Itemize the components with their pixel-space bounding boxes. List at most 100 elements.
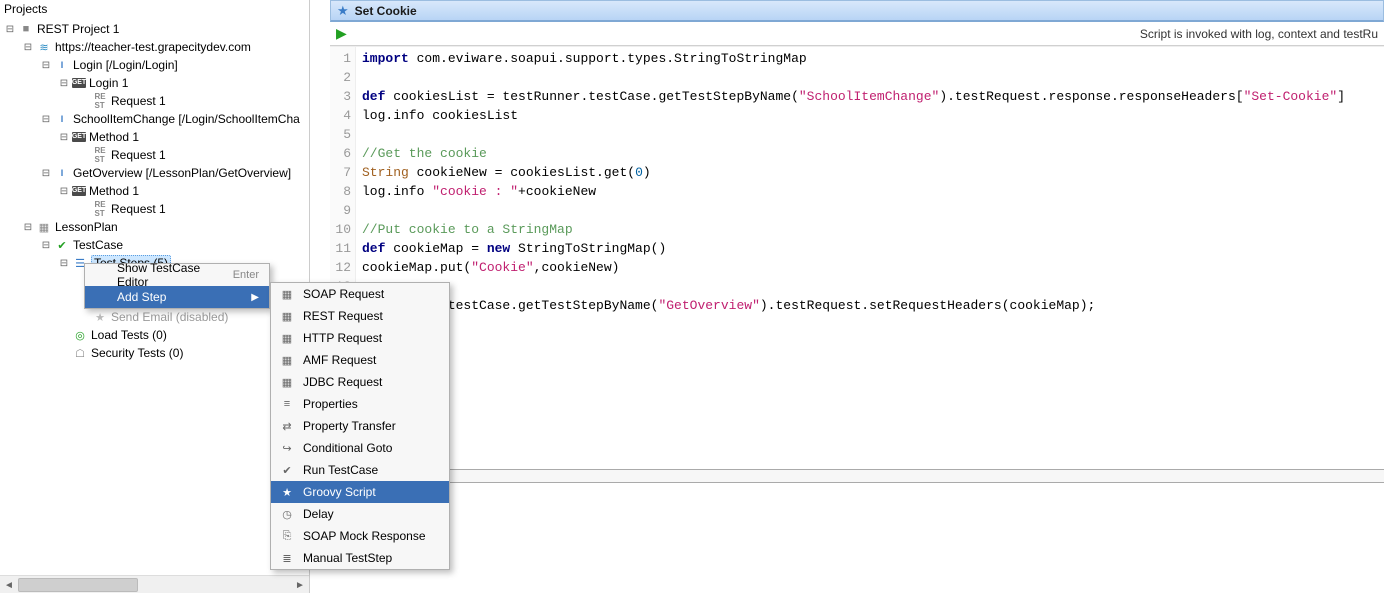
star-icon: ★ (337, 3, 349, 19)
resource-icon: I (54, 165, 70, 181)
context-item[interactable]: ▦ HTTP Request (271, 327, 449, 349)
expander-icon[interactable]: ⊟ (58, 185, 70, 197)
expander-icon[interactable]: ⊟ (40, 239, 52, 251)
tree-request[interactable]: · REST Request 1 (0, 200, 309, 218)
tree-method[interactable]: ⊟ GET Method 1 (0, 128, 309, 146)
menu-label: Property Transfer (303, 419, 439, 433)
run-button[interactable]: ▶ (336, 25, 347, 42)
context-item[interactable]: ▦ AMF Request (271, 349, 449, 371)
testsuite-icon: ▦ (36, 219, 52, 235)
code-line[interactable] (362, 277, 1345, 296)
splitter[interactable] (330, 469, 1384, 483)
expander-icon[interactable]: ⊟ (22, 41, 34, 53)
tree-method[interactable]: ⊟ GET Login 1 (0, 74, 309, 92)
code-line[interactable]: log.info cookiesList (362, 106, 1345, 125)
context-menu[interactable]: Show TestCase Editor Enter Add Step ▶ (84, 263, 270, 309)
code-editor[interactable]: 1234567891011121314 import com.eviware.s… (330, 46, 1384, 469)
security-icon: ☖ (72, 345, 88, 361)
code-line[interactable]: def cookiesList = testRunner.testCase.ge… (362, 87, 1345, 106)
tree-testcase[interactable]: ⊟ ✔ TestCase (0, 236, 309, 254)
code-line[interactable] (362, 125, 1345, 144)
context-item[interactable]: ≣ Manual TestStep (271, 547, 449, 569)
expander-icon[interactable]: ⊟ (4, 23, 16, 35)
tree-resource[interactable]: ⊟ I GetOverview [/LessonPlan/GetOverview… (0, 164, 309, 182)
context-item[interactable]: ◷ Delay (271, 503, 449, 525)
editor-header: ★ Set Cookie (330, 0, 1384, 22)
expander-icon[interactable]: ⊟ (58, 77, 70, 89)
tree-project[interactable]: ⊟ ■ REST Project 1 (0, 20, 309, 38)
tree-method[interactable]: ⊟ GET Method 1 (0, 182, 309, 200)
tree-loadtests[interactable]: · ◎ Load Tests (0) (0, 326, 309, 344)
tree-request[interactable]: · REST Request 1 (0, 92, 309, 110)
expander-icon[interactable]: ⊟ (40, 59, 52, 71)
context-item[interactable]: ≡ Properties (271, 393, 449, 415)
tree-resource[interactable]: ⊟ I Login [/Login/Login] (0, 56, 309, 74)
code-line[interactable]: //Get the cookie (362, 144, 1345, 163)
method-label: Method 1 (89, 130, 139, 144)
code-line[interactable]: String cookieNew = cookiesList.get(0) (362, 163, 1345, 182)
context-item[interactable]: ⎘ SOAP Mock Response (271, 525, 449, 547)
menu-icon: ✔ (279, 464, 295, 477)
scroll-left-icon[interactable]: ◄ (0, 576, 18, 594)
tree-resource[interactable]: ⊟ I SchoolItemChange [/Login/SchoolItemC… (0, 110, 309, 128)
menu-icon: ▦ (279, 376, 295, 389)
code-line[interactable]: import com.eviware.soapui.support.types.… (362, 49, 1345, 68)
context-item[interactable]: ⇄ Property Transfer (271, 415, 449, 437)
code-line[interactable]: def cookieMap = new StringToStringMap() (362, 239, 1345, 258)
tree-suite[interactable]: ⊟ ▦ LessonPlan (0, 218, 309, 236)
code-line[interactable]: log.info "cookie : "+cookieNew (362, 182, 1345, 201)
resource-label: SchoolItemChange [/Login/SchoolItemCha (73, 112, 300, 126)
line-number: 2 (330, 68, 351, 87)
resource-label: Login [/Login/Login] (73, 58, 178, 72)
context-item[interactable]: ▦ SOAP Request (271, 283, 449, 305)
code-line[interactable]: testRunner.testCase.getTestStepByName("G… (362, 296, 1345, 315)
context-item[interactable]: ↪ Conditional Goto (271, 437, 449, 459)
menu-icon: ▦ (279, 332, 295, 345)
menu-label: Show TestCase Editor (117, 261, 225, 289)
context-item[interactable]: Add Step ▶ (85, 286, 269, 308)
suite-label: LessonPlan (55, 220, 118, 234)
loadtests-label: Load Tests (0) (91, 328, 167, 342)
code-line[interactable] (362, 68, 1345, 87)
line-number: 6 (330, 144, 351, 163)
code-line[interactable]: cookieMap.put("Cookie",cookieNew) (362, 258, 1345, 277)
context-item[interactable]: ★ Groovy Script (271, 481, 449, 503)
scroll-thumb[interactable] (18, 578, 138, 592)
tree-security[interactable]: · ☖ Security Tests (0) (0, 344, 309, 362)
menu-icon: ⇄ (279, 420, 295, 433)
expander-icon[interactable]: ⊟ (58, 257, 70, 269)
tree-step[interactable]: · ★ Send Email (disabled) (0, 308, 309, 326)
expander-icon[interactable]: ⊟ (40, 167, 52, 179)
lower-pane (330, 483, 1384, 593)
context-item[interactable]: ▦ REST Request (271, 305, 449, 327)
menu-label: Add Step (117, 290, 243, 304)
expander-icon[interactable]: ⊟ (58, 131, 70, 143)
expander-icon[interactable]: ⊟ (22, 221, 34, 233)
method-label: Method 1 (89, 184, 139, 198)
request-label: Request 1 (111, 148, 166, 162)
method-icon: GET (72, 78, 86, 88)
menu-label: Run TestCase (303, 463, 439, 477)
request-label: Request 1 (111, 94, 166, 108)
line-number: 9 (330, 201, 351, 220)
resource-label: GetOverview [/LessonPlan/GetOverview] (73, 166, 291, 180)
code-line[interactable] (362, 201, 1345, 220)
endpoint-label: https://teacher-test.grapecitydev.com (55, 40, 251, 54)
scroll-right-icon[interactable]: ► (291, 576, 309, 594)
menu-label: Groovy Script (303, 485, 439, 499)
expander-icon[interactable]: ⊟ (40, 113, 52, 125)
context-submenu[interactable]: ▦ SOAP Request ▦ REST Request ▦ HTTP Req… (270, 282, 450, 570)
code-line[interactable]: //Put cookie to a StringMap (362, 220, 1345, 239)
horizontal-scrollbar[interactable]: ◄ ► (0, 575, 309, 593)
context-item[interactable]: ▦ JDBC Request (271, 371, 449, 393)
line-number: 7 (330, 163, 351, 182)
menu-label: Delay (303, 507, 439, 521)
context-item[interactable]: ✔ Run TestCase (271, 459, 449, 481)
context-item[interactable]: Show TestCase Editor Enter (85, 264, 269, 286)
menu-label: JDBC Request (303, 375, 439, 389)
code-content[interactable]: import com.eviware.soapui.support.types.… (356, 47, 1351, 469)
tree-endpoint[interactable]: ⊟ ≋ https://teacher-test.grapecitydev.co… (0, 38, 309, 56)
menu-label: SOAP Request (303, 287, 439, 301)
tree-request[interactable]: · REST Request 1 (0, 146, 309, 164)
editor-panel: ★ Set Cookie ▶ Script is invoked with lo… (330, 0, 1384, 593)
